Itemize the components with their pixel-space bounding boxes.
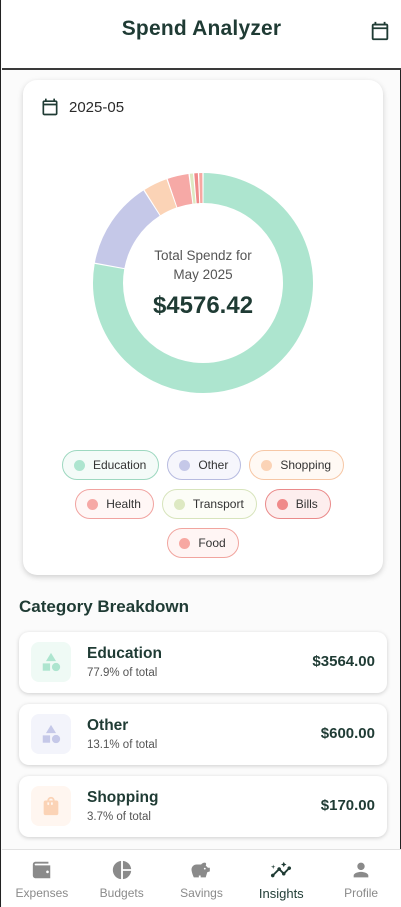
legend-dot [276, 498, 288, 510]
piggy-bank-icon [191, 862, 211, 878]
legend-label: Transport [192, 497, 244, 511]
category-percent: 77.9% of total [87, 667, 158, 679]
nav-item-savings[interactable]: Savings [162, 850, 242, 900]
legend-label: Food [198, 536, 226, 550]
chart-legend: Education Other Shopping Health Transport Bil… [23, 450, 383, 558]
nav-item-profile[interactable]: Profile [321, 850, 401, 900]
month-selector[interactable]: 2025-05 [40, 96, 124, 118]
category-breakdown-title: Category Breakdown [19, 597, 190, 616]
legend-chip-bills[interactable]: Bills [264, 489, 331, 519]
category-amount: $170.00 [320, 797, 375, 814]
legend-chip-health[interactable]: Health [75, 489, 154, 519]
legend-chip-transport[interactable]: Transport [161, 489, 257, 519]
app-frame: Spend Analyzer 2025-05 Total Spendz for … [0, 0, 401, 907]
donut-center: Total Spendz for May 2025 $4576.42 [92, 172, 314, 394]
category-row-education[interactable]: Education 77.9% of total $3564.00 [19, 632, 387, 693]
shopping-bag-icon [31, 786, 71, 826]
category-percent: 13.1% of total [87, 739, 158, 751]
nav-label: Profile [344, 886, 379, 900]
nav-label: Savings [180, 886, 223, 900]
nav-label: Expenses [15, 886, 69, 900]
legend-label: Health [106, 497, 141, 511]
category-amount: $3564.00 [312, 653, 375, 670]
category-amount: $600.00 [320, 725, 375, 742]
wallet-icon [32, 861, 51, 879]
legend-dot [179, 537, 191, 549]
calendar-icon [42, 98, 58, 116]
legend-dot [73, 459, 85, 471]
category-percent: 3.7% of total [87, 811, 151, 823]
legend-label: Bills [295, 497, 318, 511]
shapes-icon [31, 714, 71, 754]
legend-dot [173, 498, 185, 510]
category-name: Other [87, 717, 129, 734]
nav-label: Budgets [99, 886, 144, 900]
legend-dot [87, 498, 99, 510]
shapes-icon [31, 642, 71, 682]
legend-label: Shopping [280, 458, 332, 472]
insights-icon [271, 861, 292, 878]
category-row-other[interactable]: Other 13.1% of total $600.00 [19, 704, 387, 765]
month-label: 2025-05 [69, 98, 125, 116]
legend-label: Education [92, 458, 147, 472]
nav-item-insights[interactable]: Insights [241, 850, 321, 901]
legend-label: Other [198, 458, 229, 472]
legend-dot [179, 459, 191, 471]
app-title: Spend Analyzer [121, 17, 282, 40]
total-spend-value: $4576.42 [152, 292, 254, 319]
legend-dot [261, 459, 273, 471]
legend-chip-shopping[interactable]: Shopping [249, 450, 345, 480]
total-spend-label: Total Spendz for May 2025 [154, 248, 252, 282]
category-name: Shopping [87, 789, 159, 806]
nav-label: Insights [258, 886, 304, 901]
top-app-bar: Spend Analyzer [2, 0, 401, 70]
legend-chip-education[interactable]: Education [61, 450, 160, 480]
calendar-icon[interactable] [369, 20, 391, 42]
bottom-navigation: Expenses Budgets Savings Insights Profile [2, 849, 401, 907]
summary-card: 2025-05 Total Spendz for May 2025 $4576.… [23, 80, 383, 575]
nav-item-expenses[interactable]: Expenses [2, 850, 82, 900]
category-row-shopping[interactable]: Shopping 3.7% of total $170.00 [19, 776, 387, 837]
category-name: Education [87, 645, 162, 662]
person-icon [353, 862, 369, 878]
pie-chart-icon [112, 860, 131, 880]
legend-chip-other[interactable]: Other [167, 450, 242, 480]
nav-item-budgets[interactable]: Budgets [82, 850, 162, 900]
legend-chip-food[interactable]: Food [167, 528, 239, 558]
